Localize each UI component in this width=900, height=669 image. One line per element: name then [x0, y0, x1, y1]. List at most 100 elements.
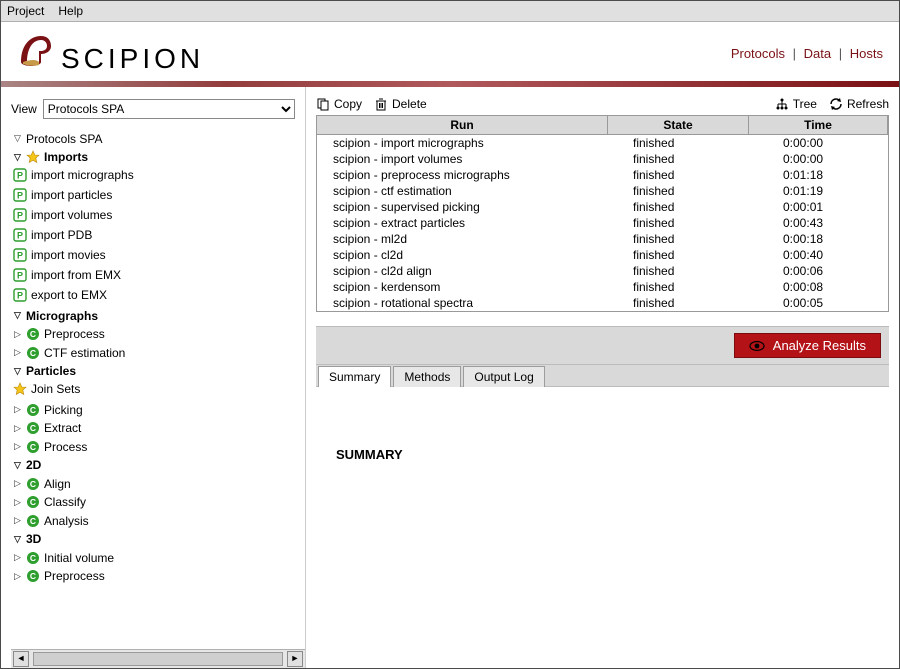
table-row[interactable]: scipion - supervised pickingfinished0:00…	[317, 199, 888, 215]
tree-item-label: Analysis	[44, 514, 89, 528]
copy-icon	[316, 97, 330, 111]
tree-item[interactable]: ▷CPreprocess	[11, 326, 107, 342]
tree-item[interactable]: Pimport PDB	[11, 227, 94, 243]
tree-item[interactable]: ▷CExtract	[11, 420, 83, 436]
table-row[interactable]: scipion - import volumesfinished0:00:00	[317, 151, 888, 167]
table-row[interactable]: scipion - rotational spectrafinished0:00…	[317, 295, 888, 311]
table-row[interactable]: scipion - preprocess micrographsfinished…	[317, 167, 888, 183]
protocol-c-icon: C	[26, 327, 40, 341]
tree-item[interactable]: ▷CPicking	[11, 402, 85, 418]
collapse-icon: ▷	[13, 404, 22, 415]
menu-project[interactable]: Project	[7, 4, 44, 18]
protocol-c-icon: C	[26, 495, 40, 509]
refresh-icon	[829, 97, 843, 111]
view-select[interactable]: Protocols SPA	[43, 99, 295, 119]
svg-text:P: P	[17, 231, 23, 241]
expand-icon: ▽	[13, 133, 22, 144]
cell-time: 0:00:01	[779, 199, 888, 215]
table-row[interactable]: scipion - extract particlesfinished0:00:…	[317, 215, 888, 231]
cell-time: 0:01:19	[779, 183, 888, 199]
tree-item-label: import movies	[31, 248, 106, 262]
tree-item[interactable]: Pimport volumes	[11, 207, 114, 223]
tree-item[interactable]: ▷CCTF estimation	[11, 345, 127, 361]
cell-state: finished	[629, 231, 779, 247]
svg-text:C: C	[30, 442, 36, 452]
cell-state: finished	[629, 279, 779, 295]
tree-item-label: Align	[44, 477, 71, 491]
link-hosts[interactable]: Hosts	[850, 46, 883, 61]
scroll-left-icon[interactable]: ◄	[13, 651, 29, 667]
tree-imports[interactable]: ▽Imports	[11, 149, 90, 165]
tree-particles[interactable]: ▽Particles	[11, 363, 78, 379]
view-label: View	[11, 102, 37, 116]
table-row[interactable]: scipion - kerdensomfinished0:00:08	[317, 279, 888, 295]
copy-button[interactable]: Copy	[316, 97, 362, 111]
table-header: Run State Time	[317, 116, 888, 135]
tree-item[interactable]: Pimport particles	[11, 187, 114, 203]
svg-text:C: C	[30, 497, 36, 507]
col-state[interactable]: State	[608, 116, 749, 135]
refresh-button[interactable]: Refresh	[829, 97, 889, 111]
tree-item-label: import from EMX	[31, 268, 121, 282]
protocol-c-icon: C	[26, 477, 40, 491]
table-row[interactable]: scipion - ctf estimationfinished0:01:19	[317, 183, 888, 199]
tree-view-button[interactable]: Tree	[775, 97, 817, 111]
summary-title: SUMMARY	[336, 447, 403, 462]
tree-item-label: Picking	[44, 403, 83, 417]
tree-item-label: CTF estimation	[44, 346, 125, 360]
svg-text:C: C	[30, 571, 36, 581]
table-row[interactable]: scipion - cl2d alignfinished0:00:06	[317, 263, 888, 279]
expand-icon: ▽	[13, 460, 22, 471]
tree-item[interactable]: Pimport from EMX	[11, 267, 123, 283]
tree-item[interactable]: ▷CInitial volume	[11, 550, 116, 566]
cell-state: finished	[629, 135, 779, 151]
tree-item-join-sets[interactable]: Join Sets	[11, 381, 82, 397]
tree-item[interactable]: ▷CAlign	[11, 476, 73, 492]
protocol-p-icon: P	[13, 188, 27, 202]
tab-output-log[interactable]: Output Log	[463, 366, 544, 387]
table-row[interactable]: scipion - ml2dfinished0:00:18	[317, 231, 888, 247]
tree-micrographs[interactable]: ▽Micrographs	[11, 308, 100, 324]
analyze-results-button[interactable]: Analyze Results	[734, 333, 881, 358]
detail-tabs: Summary Methods Output Log	[316, 365, 889, 387]
table-row[interactable]: scipion - import micrographsfinished0:00…	[317, 135, 888, 151]
tree-item[interactable]: ▷CPreprocess	[11, 568, 107, 584]
tree-item[interactable]: ▷CClassify	[11, 494, 88, 510]
tree-item[interactable]: Pimport movies	[11, 247, 108, 263]
tree-item[interactable]: Pimport micrographs	[11, 167, 136, 183]
cell-state: finished	[629, 199, 779, 215]
svg-text:P: P	[17, 191, 23, 201]
menu-help[interactable]: Help	[58, 4, 83, 18]
svg-text:P: P	[17, 291, 23, 301]
tree-item[interactable]: ▷CAnalysis	[11, 513, 91, 529]
delete-button[interactable]: Delete	[374, 97, 427, 111]
collapse-icon: ▷	[13, 497, 22, 508]
tree-item-label: import micrographs	[31, 168, 134, 182]
tree-item[interactable]: Pexport to EMX	[11, 287, 109, 303]
tab-methods[interactable]: Methods	[393, 366, 461, 387]
col-time[interactable]: Time	[749, 116, 888, 135]
col-run[interactable]: Run	[317, 116, 608, 135]
cell-time: 0:00:05	[779, 295, 888, 311]
link-protocols[interactable]: Protocols	[731, 46, 785, 61]
tree-item-label: import volumes	[31, 208, 112, 222]
tree-root[interactable]: ▽Protocols SPA	[11, 131, 104, 147]
scipion-helmet-icon	[17, 32, 53, 68]
cell-state: finished	[629, 247, 779, 263]
horizontal-scrollbar[interactable]: ◄ ►	[11, 649, 305, 668]
collapse-icon: ▷	[13, 552, 22, 563]
table-row[interactable]: scipion - cl2dfinished0:00:40	[317, 247, 888, 263]
scroll-thumb[interactable]	[33, 652, 283, 666]
tree-3d[interactable]: ▽3D	[11, 531, 43, 547]
tab-summary[interactable]: Summary	[318, 366, 391, 387]
tree-item[interactable]: ▷CProcess	[11, 439, 89, 455]
cell-state: finished	[629, 167, 779, 183]
cell-run: scipion - import volumes	[317, 151, 629, 167]
tree-item-label: Initial volume	[44, 551, 114, 565]
cell-run: scipion - rotational spectra	[317, 295, 629, 311]
tree-2d[interactable]: ▽2D	[11, 457, 43, 473]
scroll-right-icon[interactable]: ►	[287, 651, 303, 667]
collapse-icon: ▷	[13, 515, 22, 526]
protocol-tree[interactable]: ▽Protocols SPA ▽Imports Pimport microgra…	[11, 129, 305, 649]
link-data[interactable]: Data	[804, 46, 831, 61]
